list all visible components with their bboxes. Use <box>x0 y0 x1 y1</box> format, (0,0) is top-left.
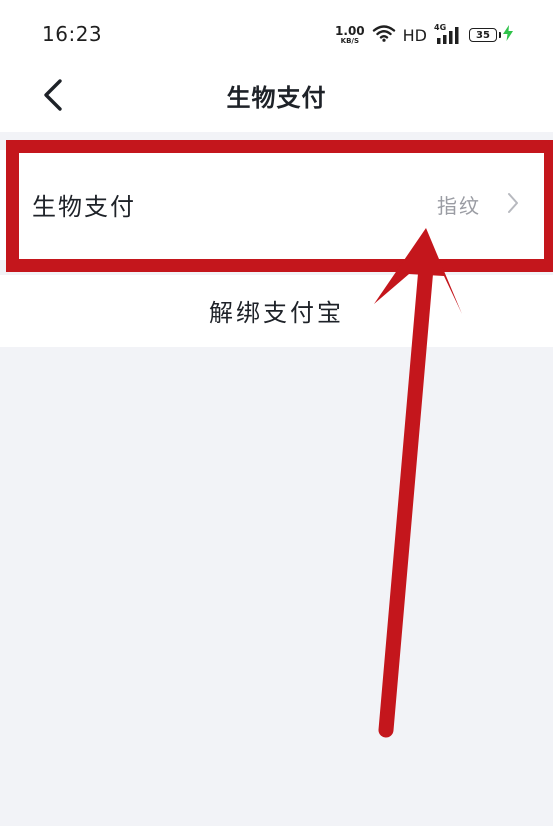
network-speed-unit: KB/S <box>340 37 360 45</box>
bio-pay-value: 指纹 <box>437 194 481 218</box>
unbind-alipay-label: 解绑支付宝 <box>209 299 344 327</box>
bio-pay-row[interactable]: 生物支付 指纹 <box>0 150 553 260</box>
status-bar: 16:23 1.00 KB/S HD 4G 35 <box>0 0 553 66</box>
unbind-alipay-button[interactable]: 解绑支付宝 <box>0 275 553 347</box>
battery-level: 35 <box>469 28 497 42</box>
network-speed-value: 1.00 <box>335 24 365 38</box>
charging-bolt-icon <box>503 25 513 45</box>
battery-icon: 35 <box>469 25 513 45</box>
wifi-icon <box>372 24 396 46</box>
network-speed: 1.00 KB/S <box>335 25 365 45</box>
hd-label: HD <box>402 25 427 45</box>
page-title: 生物支付 <box>226 84 327 112</box>
chevron-right-icon <box>507 192 519 218</box>
status-indicators: 1.00 KB/S HD 4G 35 <box>335 22 513 48</box>
nav-bar: 生物支付 <box>0 66 553 132</box>
bio-pay-label: 生物支付 <box>32 193 136 221</box>
battery-cap <box>499 32 501 38</box>
status-time: 16:23 <box>42 22 103 46</box>
cellular-signal-icon: 4G <box>434 23 462 45</box>
